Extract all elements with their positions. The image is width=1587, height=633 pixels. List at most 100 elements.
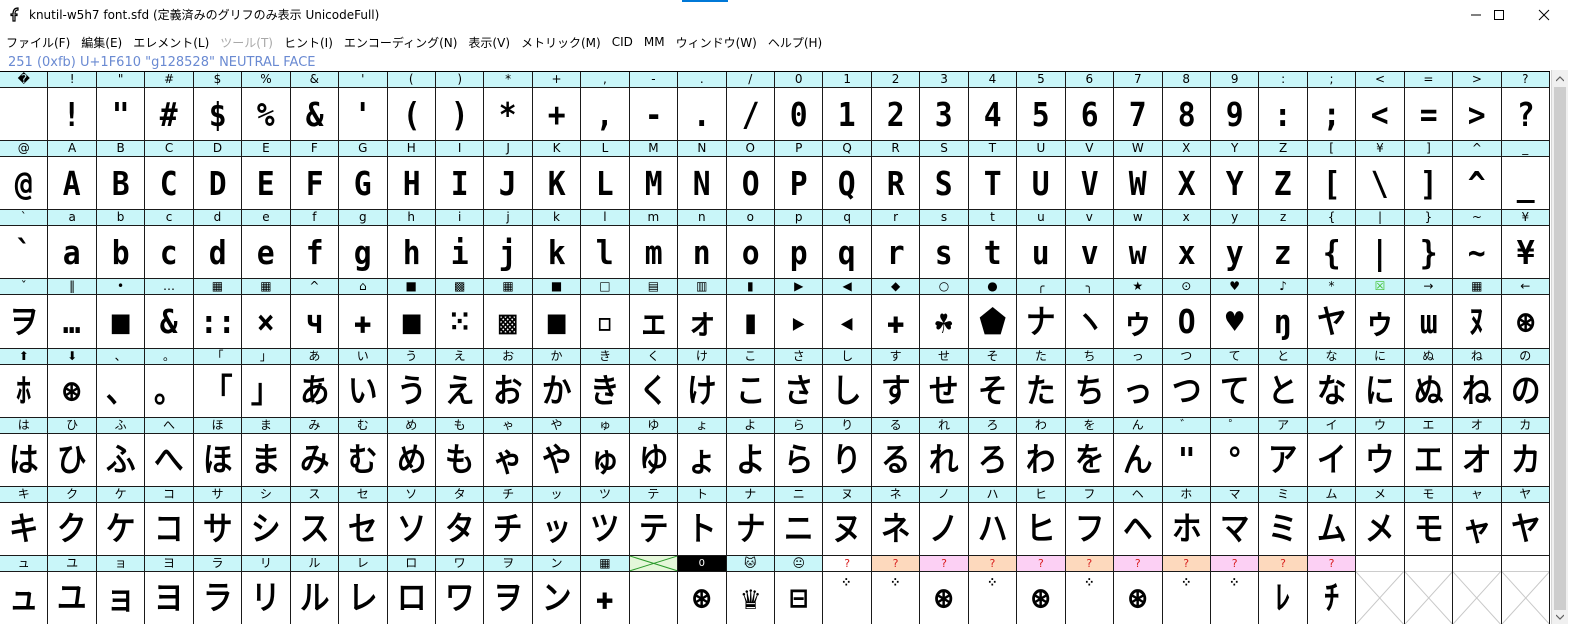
glyph-cell[interactable]: ╮ ヽ <box>1065 279 1115 349</box>
glyph-cell[interactable]: らら <box>775 417 824 487</box>
glyph-cell[interactable]: WW <box>1114 141 1163 211</box>
glyph-cell[interactable]: ?? <box>1501 72 1550 142</box>
glyph-cell[interactable]: ふふ <box>96 417 146 487</box>
glyph-cell[interactable]: ? ⁘ <box>1162 555 1211 625</box>
glyph-cell[interactable]: のの <box>1501 348 1550 418</box>
glyph-cell[interactable]: ココ <box>145 486 194 556</box>
glyph-cell[interactable]: かか <box>532 348 582 418</box>
menu-item-6[interactable]: 表示(V) <box>462 34 515 51</box>
glyph-cell[interactable]: TT <box>968 141 1018 211</box>
glyph-cell[interactable]: ササ <box>193 486 243 556</box>
glyph-cell[interactable]: ● ⬟ <box>968 279 1018 349</box>
glyph-cell[interactable]: ■ ■ <box>532 279 582 349</box>
glyph-cell[interactable]: 77 <box>1114 72 1163 142</box>
glyph-cell[interactable]: ユユ <box>48 555 97 625</box>
glyph-cell[interactable]: ▦ ✚ <box>581 555 630 625</box>
glyph-cell[interactable]: モモ <box>1404 486 1454 556</box>
glyph-cell[interactable]: くく <box>629 348 679 418</box>
glyph-cell[interactable]: (( <box>387 72 436 142</box>
glyph-cell[interactable]: クク <box>48 486 97 556</box>
glyph-cell[interactable]: JJ <box>484 141 533 211</box>
glyph-cell[interactable]: しし <box>823 348 872 418</box>
glyph-cell[interactable]: pp <box>775 210 824 280</box>
glyph-cell[interactable]: DD <box>193 141 243 211</box>
glyph-cell[interactable]: ,, <box>581 72 630 142</box>
glyph-cell[interactable]: ママ <box>1210 486 1260 556</box>
glyph-cell[interactable]: にに <box>1356 348 1405 418</box>
glyph-cell[interactable]: ンン <box>532 555 582 625</box>
glyph-cell[interactable]: ロロ <box>387 555 436 625</box>
glyph-cell[interactable]: アア <box>1259 417 1308 487</box>
glyph-cell[interactable]: ? ﾚ <box>1259 555 1308 625</box>
glyph-cell[interactable]: XX <box>1162 141 1211 211</box>
glyph-cell[interactable]: dd <box>193 210 243 280</box>
glyph-cell[interactable]: ▩ ⁙ <box>435 279 485 349</box>
glyph-cell[interactable]: :: <box>1259 72 1308 142</box>
glyph-cell[interactable]: vv <box>1065 210 1115 280</box>
glyph-cell[interactable]: .. <box>678 72 727 142</box>
glyph-cell[interactable]: # # <box>145 72 194 142</box>
glyph-cell[interactable]: ぬぬ <box>1404 348 1454 418</box>
glyph-cell[interactable]: ええ <box>435 348 485 418</box>
glyph-cell[interactable]: ▮ ▮ <box>726 279 775 349</box>
glyph-cell[interactable]: / / <box>726 72 775 142</box>
glyph-cell[interactable]: トト <box>678 486 727 556</box>
glyph-cell[interactable]: ヲヲ <box>484 555 533 625</box>
menu-item-10[interactable]: ウィンドウ(W) <box>670 34 762 51</box>
glyph-cell[interactable]: !! <box>48 72 97 142</box>
glyph-cell[interactable]: きき <box>581 348 630 418</box>
glyph-cell[interactable]: EE <box>242 141 291 211</box>
glyph-cell[interactable]: ▶ ▸ <box>775 279 824 349</box>
glyph-cell[interactable]: やや <box>532 417 582 487</box>
glyph-cell[interactable]: ねね <box>1453 348 1502 418</box>
glyph-cell[interactable]: * * <box>484 72 533 142</box>
menu-item-9[interactable]: MM <box>638 35 670 49</box>
glyph-cell[interactable]: | | <box>1356 210 1405 280</box>
glyph-cell[interactable]: 88 <box>1162 72 1211 142</box>
glyph-cell[interactable] <box>1453 555 1502 625</box>
glyph-cell[interactable]: = = <box>1404 72 1454 142</box>
glyph-cell[interactable]: ヘヘ <box>1114 486 1163 556</box>
glyph-cell[interactable]: ゃゃ <box>484 417 533 487</box>
glyph-cell[interactable]: ? ⊛ <box>1114 555 1163 625</box>
glyph-cell[interactable]: ♥ ♥ <box>1210 279 1260 349</box>
glyph-cell[interactable]: ハハ <box>968 486 1018 556</box>
glyph-cell[interactable]: んん <box>1114 417 1163 487</box>
glyph-cell[interactable]: HH <box>387 141 436 211</box>
glyph-cell[interactable]: ちち <box>1065 348 1115 418</box>
glyph-cell[interactable]: * ヤ <box>1307 279 1357 349</box>
glyph-cell[interactable]: よよ <box>726 417 775 487</box>
glyph-cell[interactable]: NN <box>678 141 727 211</box>
glyph-cell[interactable]: MM <box>629 141 679 211</box>
glyph-cell[interactable]: 「「 <box>193 348 243 418</box>
glyph-cell[interactable]: ╭ ナ <box>1017 279 1066 349</box>
scroll-up-button[interactable] <box>1552 70 1568 87</box>
glyph-cell[interactable]: ww <box>1114 210 1163 280</box>
glyph-cell[interactable]: QQ <box>823 141 872 211</box>
glyph-cell[interactable]: ッッ <box>532 486 582 556</box>
close-button[interactable] <box>1521 0 1567 29</box>
glyph-cell[interactable]: oo <box>726 210 775 280</box>
glyph-cell[interactable]: ゅゅ <box>581 417 630 487</box>
glyph-cell[interactable]: ~ ~ <box>1453 210 1502 280</box>
glyph-cell[interactable]: yy <box>1210 210 1260 280</box>
glyph-cell[interactable]: ? ⊛ <box>920 555 969 625</box>
glyph-cell[interactable]: %% <box>242 72 291 142</box>
glyph-cell[interactable]: cc <box>145 210 194 280</box>
glyph-cell[interactable]: ? ﾁ <box>1307 555 1357 625</box>
glyph-cell[interactable]: セセ <box>339 486 388 556</box>
glyph-cell[interactable]: ナナ <box>726 486 775 556</box>
glyph-cell[interactable]: gg <box>339 210 388 280</box>
glyph-cell[interactable]: ZZ <box>1259 141 1308 211</box>
glyph-cell[interactable]: ▦ × <box>242 279 291 349</box>
glyph-cell[interactable]: jj <box>484 210 533 280</box>
glyph-cell[interactable]: @ @ <box>0 141 49 211</box>
glyph-cell[interactable]: むむ <box>339 417 388 487</box>
glyph-cell[interactable]: VV <box>1065 141 1115 211</box>
glyph-cell[interactable]: ヤヤ <box>1501 486 1550 556</box>
glyph-cell[interactable]: → ɯ <box>1404 279 1454 349</box>
glyph-cell[interactable]: FF <box>290 141 340 211</box>
glyph-cell[interactable]: けけ <box>678 348 727 418</box>
glyph-cell[interactable]: bb <box>96 210 146 280</box>
glyph-cell[interactable]: uu <box>1017 210 1066 280</box>
